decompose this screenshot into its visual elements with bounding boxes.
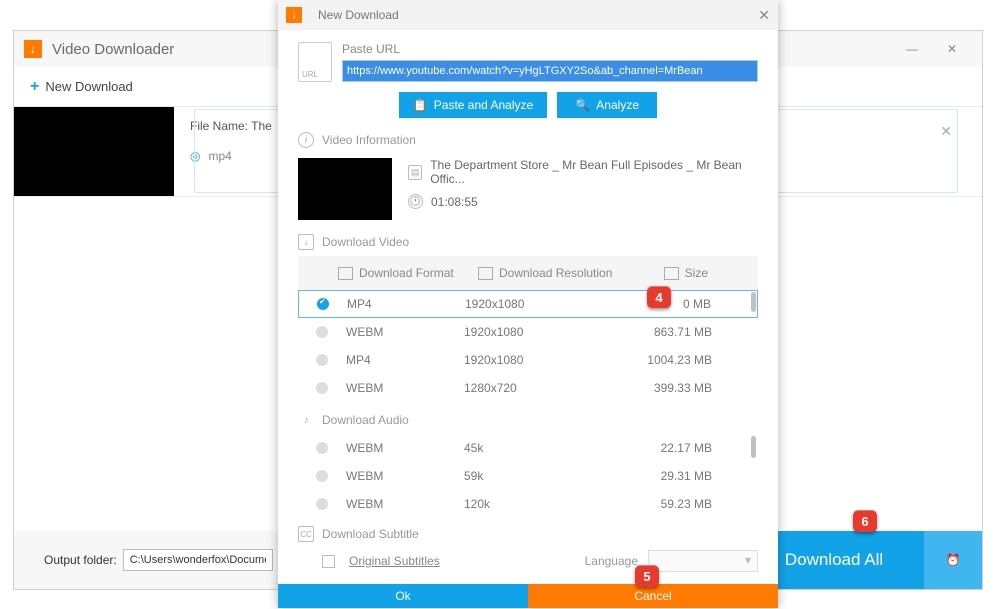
row-resolution: 59k [464,469,624,483]
radio-icon[interactable] [316,498,328,510]
music-note-icon: ♪ [298,412,314,428]
row-size: 863.71 MB [624,325,728,339]
output-folder-label: Output folder: [44,553,117,567]
dialog-logo-icon: ↓ [286,7,302,23]
audio-row[interactable]: WEBM120k59.23 MB [298,490,758,518]
search-icon: 🔍 [575,98,590,112]
row-resolution: 1920x1080 [465,297,625,311]
video-title: The Department Store _ Mr Bean Full Epis… [430,158,758,186]
analyze-button[interactable]: 🔍 Analyze [557,92,657,118]
video-info-header: i Video Information [298,132,758,148]
paste-analyze-button[interactable]: 📋 Paste and Analyze [399,92,547,118]
dialog-footer: Ok Cancel [278,584,778,608]
audio-scrollbar[interactable] [751,436,756,458]
radio-icon[interactable] [316,470,328,482]
subtitle-row: Original Subtitles Language ▾ [298,550,758,572]
video-info-row: ▤ The Department Store _ Mr Bean Full Ep… [298,158,758,220]
audio-grid: WEBM45k22.17 MBWEBM59k29.31 MBWEBM120k59… [298,434,758,518]
info-icon: i [298,132,314,148]
url-section: Paste URL [298,42,758,82]
row-resolution: 45k [464,441,624,455]
video-row[interactable]: MP41920x10800 MB [298,290,758,318]
video-grid: Download Format Download Resolution Size… [298,256,758,402]
schedule-button[interactable]: ⏰ [924,531,982,589]
video-grid-head: Download Format Download Resolution Size [298,256,758,290]
close-main-button[interactable]: ✕ [932,31,972,67]
row-size: 59.23 MB [624,497,728,511]
audio-row[interactable]: WEBM45k22.17 MB [298,434,758,462]
row-format: MP4 [347,297,465,311]
download-video-icon: ↓ [298,234,314,250]
file-icon: ▤ [408,165,422,180]
radio-icon[interactable] [316,354,328,366]
paste-url-label: Paste URL [342,42,758,56]
resolution-icon [478,267,493,280]
row-size: 22.17 MB [624,441,728,455]
clock-icon: ⏰ [946,553,961,567]
new-download-label: New Download [45,79,132,94]
row-size: 0 MB [625,297,727,311]
format-icon [338,267,353,280]
ok-button[interactable]: Ok [278,584,528,608]
file-thumbnail [14,107,174,196]
row-format: WEBM [346,325,464,339]
video-thumbnail [298,158,392,220]
dialog-title: New Download [318,8,758,22]
row-format: WEBM [346,497,464,511]
chevron-down-icon: ▾ [745,553,751,567]
video-row[interactable]: MP41920x10801004.23 MB [298,346,758,374]
video-duration: 01:08:55 [431,195,478,209]
original-sub-checkbox[interactable] [322,555,335,568]
app-logo-icon: ↓ [24,40,42,58]
step-badge-4: 4 [647,286,671,308]
row-resolution: 1920x1080 [464,325,624,339]
clipboard-search-icon: 📋 [413,98,428,112]
download-video-header: ↓ Download Video [298,234,758,250]
video-row[interactable]: WEBM1920x1080863.71 MB [298,318,758,346]
video-row[interactable]: WEBM1280x720399.33 MB [298,374,758,402]
analyze-row: 📋 Paste and Analyze 🔍 Analyze [298,92,758,118]
clock-icon: 🕐 [408,194,423,209]
new-download-button[interactable]: + New Download [30,78,133,96]
radio-icon[interactable] [316,382,328,394]
dialog-close-button[interactable]: ✕ [758,7,770,24]
language-select[interactable]: ▾ [648,550,758,572]
row-format: MP4 [346,353,464,367]
plus-icon: + [30,78,39,96]
dialog-titlebar: ↓ New Download ✕ [278,0,778,30]
url-input[interactable] [342,60,758,82]
row-resolution: 120k [464,497,624,511]
download-audio-header: ♪ Download Audio [298,412,758,428]
size-icon [664,267,679,280]
cc-icon: CC [298,526,314,542]
language-label: Language [585,554,638,568]
file-close-icon[interactable]: ✕ [940,123,952,140]
output-folder-input[interactable] [123,549,273,571]
row-resolution: 1920x1080 [464,353,624,367]
row-format: WEBM [346,441,464,455]
row-format: WEBM [346,381,464,395]
radio-icon[interactable] [316,442,328,454]
step-badge-5: 5 [635,565,659,587]
row-size: 399.33 MB [624,381,728,395]
original-sub-label[interactable]: Original Subtitles [349,554,440,568]
url-file-icon [298,42,332,82]
dialog-body: Paste URL 📋 Paste and Analyze 🔍 Analyze … [278,30,778,584]
video-scrollbar[interactable] [751,292,756,312]
radio-icon[interactable] [316,326,328,338]
new-download-dialog: ↓ New Download ✕ Paste URL 📋 Paste and A… [278,0,778,608]
row-size: 29.31 MB [624,469,728,483]
download-subtitle-header: CC Download Subtitle [298,526,758,542]
audio-row[interactable]: WEBM59k29.31 MB [298,462,758,490]
row-size: 1004.23 MB [624,353,728,367]
minimize-button[interactable]: — [892,31,932,67]
step-badge-6: 6 [853,510,877,532]
row-resolution: 1280x720 [464,381,624,395]
radio-icon[interactable] [317,298,329,310]
row-format: WEBM [346,469,464,483]
cancel-button[interactable]: Cancel [528,584,778,608]
